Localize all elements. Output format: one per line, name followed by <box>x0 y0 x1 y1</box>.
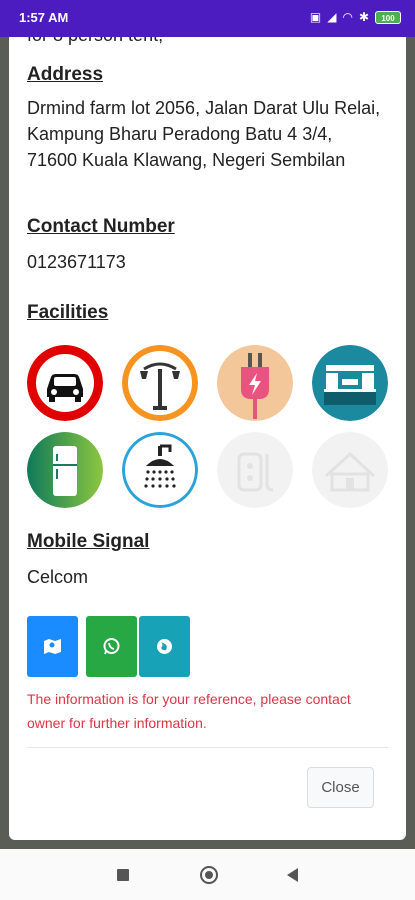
status-icons: ▣ ◢ ◠ ✱ 100 <box>310 10 401 24</box>
shower-icon <box>122 432 198 508</box>
electricity-icon <box>217 345 293 421</box>
kitchen-icon <box>312 345 388 421</box>
power-socket-icon <box>217 432 293 508</box>
info-notice: The information is for your reference, p… <box>27 691 351 731</box>
close-button[interactable]: Close <box>307 767 374 808</box>
mobile-signal-heading: Mobile Signal <box>27 531 150 552</box>
parking-icon <box>27 345 103 421</box>
whatsapp-icon <box>103 638 120 655</box>
street-lamp-icon <box>122 345 198 421</box>
facilities-heading: Facilities <box>27 302 109 323</box>
footer-divider <box>27 747 388 748</box>
map-icon <box>44 639 61 654</box>
address-text: Drmind farm lot 2056, Jalan Darat Ulu Re… <box>27 98 381 170</box>
home-icon[interactable] <box>200 866 218 884</box>
status-time: 1:57 AM <box>19 10 69 25</box>
status-bar: 1:57 AM ▣ ◢ ◠ ✱ 100 <box>0 0 415 37</box>
contact-heading: Contact Number <box>27 216 175 237</box>
globe-icon <box>157 639 172 654</box>
contact-number: 0123671173 <box>27 252 126 272</box>
address-heading: Address <box>27 64 104 85</box>
signal-icon: ◢ <box>327 10 337 24</box>
whatsapp-button[interactable] <box>86 616 137 677</box>
back-icon[interactable] <box>287 868 298 882</box>
recents-icon[interactable] <box>117 869 129 881</box>
website-button[interactable] <box>139 616 190 677</box>
facility-info-modal: for 8 person tent, Address Drmind farm l… <box>9 37 406 840</box>
description-text: for 8 person tent, <box>27 37 163 46</box>
map-button[interactable] <box>27 616 78 677</box>
system-nav-bar <box>0 849 415 900</box>
refrigerator-icon <box>27 432 103 508</box>
bluetooth-icon: ✱ <box>358 10 369 24</box>
mobile-signal-value: Celcom <box>27 567 89 587</box>
wifi-icon: ◠ <box>342 10 353 24</box>
battery-icon: 100 <box>375 10 401 24</box>
shelter-icon <box>312 432 388 508</box>
sim-icon: ▣ <box>309 10 322 24</box>
